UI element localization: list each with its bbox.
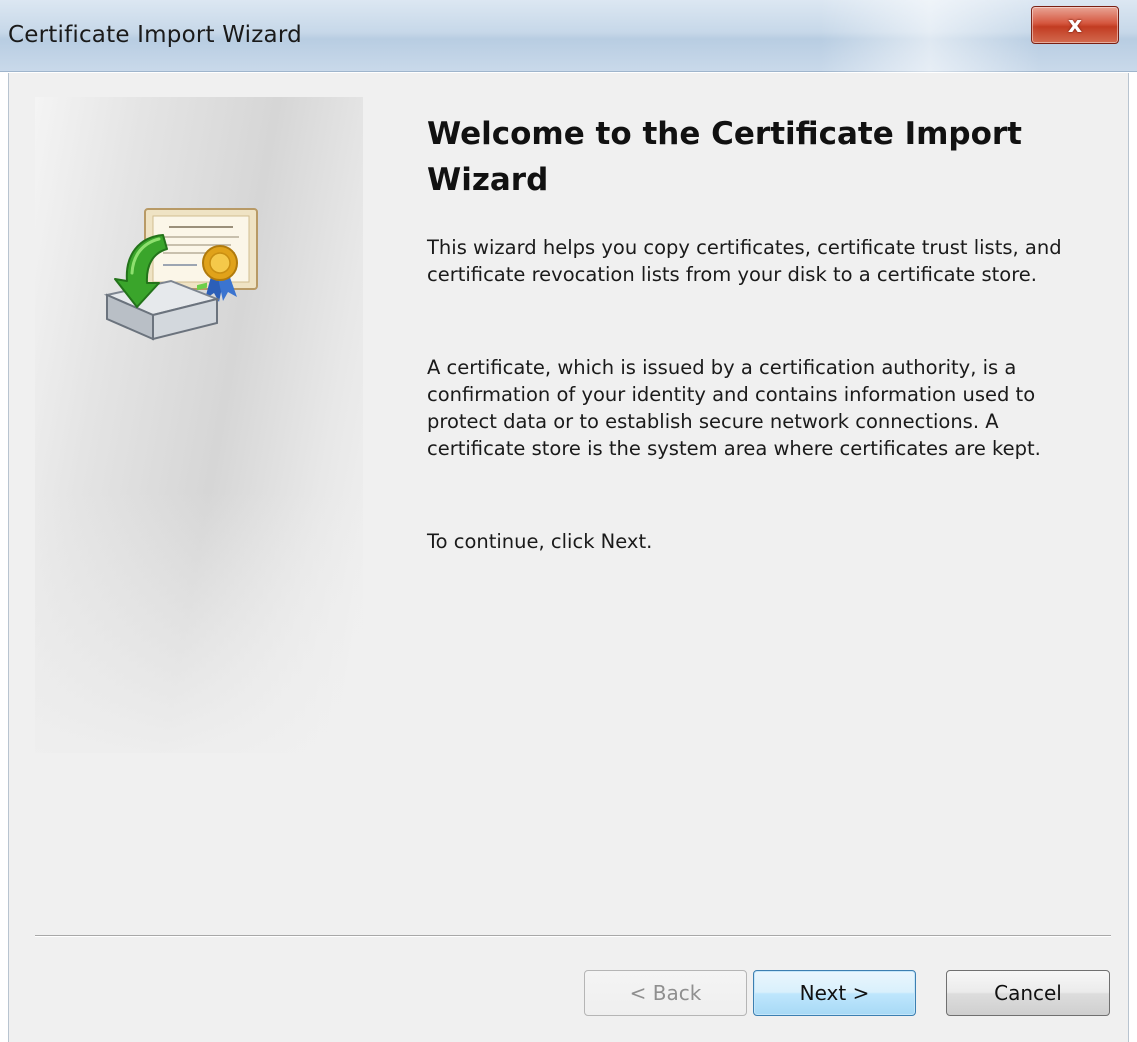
next-button[interactable]: Next >	[753, 970, 916, 1016]
title-bar[interactable]: Certificate Import Wizard x	[0, 0, 1137, 72]
certificate-import-icon	[103, 208, 258, 341]
back-button[interactable]: < Back	[584, 970, 747, 1016]
close-button[interactable]: x	[1031, 6, 1119, 44]
window-title: Certificate Import Wizard	[8, 22, 302, 48]
wizard-client-area: Welcome to the Certificate Import Wizard…	[8, 73, 1129, 1042]
certificate-import-wizard-window: Certificate Import Wizard x Welcome to t…	[0, 0, 1137, 1042]
wizard-side-panel	[35, 97, 363, 753]
wizard-description: This wizard helps you copy certificates,…	[427, 236, 1062, 286]
seal-icon	[202, 245, 238, 302]
button-separator	[35, 935, 1111, 937]
cancel-button[interactable]: Cancel	[946, 970, 1110, 1016]
close-icon: x	[1067, 12, 1083, 38]
continue-instruction: To continue, click Next.	[427, 530, 653, 553]
certificate-explanation: A certificate, which is issued by a cert…	[427, 356, 1041, 460]
wizard-heading: Welcome to the Certificate Import Wizard	[427, 116, 1022, 198]
